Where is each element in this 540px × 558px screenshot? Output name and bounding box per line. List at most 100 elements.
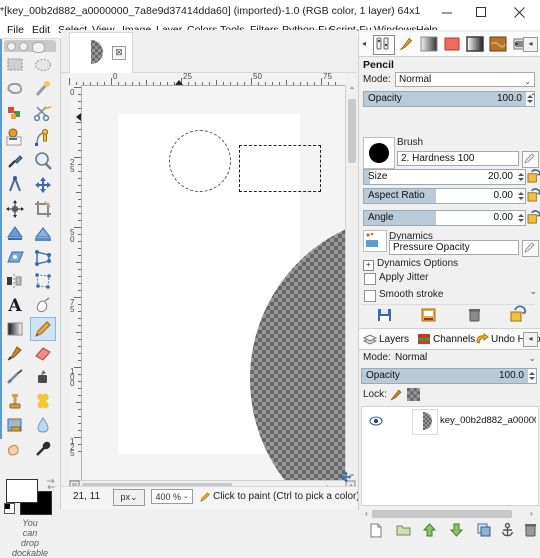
free-select-tool[interactable] [2, 77, 28, 101]
fonts-tab[interactable] [465, 35, 487, 55]
paintbrush-tool[interactable] [2, 341, 28, 365]
menu-edit[interactable]: Edit [28, 22, 54, 38]
foreground-select-tool[interactable] [2, 125, 28, 149]
flip-tool[interactable] [2, 269, 28, 293]
rect-select-tool[interactable] [2, 53, 28, 77]
default-colors-button[interactable] [4, 503, 15, 514]
layer-name[interactable]: key_00b2d882_a0000000_7a8e9d [440, 415, 536, 426]
mode-combo[interactable]: Normal ⌄ [395, 72, 535, 87]
rotate-tool[interactable] [2, 221, 28, 245]
edit-dynamics-button[interactable] [522, 240, 539, 257]
opacity-slider[interactable]: Opacity 100.0 [363, 91, 527, 107]
dynamics-field[interactable]: Pressure Opacity [389, 240, 519, 255]
dock-tabs-right-arrow[interactable]: ▸ [515, 39, 519, 48]
clone-tool[interactable] [2, 389, 28, 413]
scissors-select-tool[interactable] [30, 101, 56, 125]
blend-gradient-tool[interactable] [2, 317, 28, 341]
close-button[interactable] [504, 0, 534, 22]
reset-size-button[interactable] [527, 169, 540, 183]
brush-preview[interactable] [363, 137, 395, 169]
canvas-vertical-scrollbar[interactable]: ⌃ ⌄ [345, 85, 358, 480]
blur-sharpen-tool[interactable] [30, 413, 56, 437]
options-scroll-down-arrow[interactable]: ⌄ [529, 286, 537, 297]
save-tool-preset-button[interactable] [377, 308, 392, 322]
anchor-layer-button[interactable] [501, 522, 517, 538]
menu-file[interactable]: File [3, 22, 28, 38]
ink-tool[interactable] [30, 365, 56, 389]
reset-tool-options-button[interactable] [510, 305, 527, 322]
dodge-burn-tool[interactable] [30, 437, 56, 461]
reset-aspect-ratio-button[interactable] [527, 188, 540, 202]
perspective-clone-tool[interactable] [2, 413, 28, 437]
scale-tool[interactable] [30, 221, 56, 245]
shear-tool[interactable] [2, 245, 28, 269]
layer-mode-chevron-icon[interactable]: ⌄ [528, 353, 536, 364]
layer-opacity-slider[interactable]: Opacity 100.0 [361, 368, 529, 384]
patterns-tab[interactable] [488, 35, 510, 55]
brush-name-field[interactable]: 2. Hardness 100 [397, 151, 519, 166]
measure-tool[interactable] [2, 173, 28, 197]
fuzzy-select-tool[interactable] [30, 77, 56, 101]
reset-angle-button[interactable] [527, 210, 540, 224]
horizontal-ruler[interactable]: 0 25 50 75 [69, 73, 345, 86]
bucket-fill-tool[interactable] [30, 293, 56, 317]
paths-tool[interactable] [30, 125, 56, 149]
layer-list[interactable]: key_00b2d882_a0000000_7a8e9d [361, 406, 539, 506]
image-tab-close-icon[interactable]: ⊠ [112, 46, 126, 60]
new-layer-group-button[interactable] [396, 523, 412, 538]
minimize-button[interactable] [432, 0, 462, 22]
size-spinner[interactable] [517, 169, 526, 185]
smooth-stroke-checkbox[interactable] [364, 290, 376, 302]
delete-layer-button[interactable] [524, 523, 540, 538]
size-slider[interactable]: Size 20.00 [363, 169, 518, 185]
cage-transform-tool[interactable] [30, 269, 56, 293]
dock-menu-button[interactable]: ◂ [523, 37, 538, 52]
lower-layer-button[interactable] [449, 523, 466, 538]
restore-tool-preset-button[interactable] [421, 308, 436, 322]
lock-alpha-button[interactable] [407, 388, 420, 401]
color-picker-tool[interactable] [2, 149, 28, 173]
palettes-tab[interactable] [442, 35, 464, 55]
canvas[interactable] [82, 86, 345, 480]
canvas-move-handle-icon[interactable] [339, 470, 353, 484]
heal-tool[interactable] [30, 389, 56, 413]
zoom-dropdown-arrow[interactable]: ⌄ [183, 492, 189, 500]
image-tab[interactable]: ⊠ [69, 32, 133, 73]
swap-colors-icon[interactable] [45, 478, 57, 490]
table-row[interactable]: key_00b2d882_a0000000_7a8e9d [362, 407, 538, 435]
dock-tabs-left-arrow[interactable]: ◂ [362, 39, 366, 48]
unit-selector[interactable]: px⌄ [113, 489, 145, 506]
options-scroll-up-arrow[interactable]: ⌃ [529, 92, 537, 103]
duplicate-layer-button[interactable] [477, 523, 493, 538]
apply-jitter-checkbox[interactable] [364, 273, 376, 285]
aspect-ratio-spinner[interactable] [517, 188, 526, 204]
foreground-color-swatch[interactable] [6, 479, 38, 503]
new-layer-button[interactable] [369, 523, 385, 538]
perspective-tool[interactable] [30, 245, 56, 269]
scroll-up-arrow[interactable]: ⌃ [346, 85, 358, 97]
vertical-scroll-thumb[interactable] [348, 99, 356, 163]
dynamics-preview[interactable] [363, 230, 387, 252]
layer-mode-value[interactable]: Normal [395, 351, 535, 365]
delete-tool-preset-button[interactable] [467, 308, 482, 322]
airbrush-tool[interactable] [2, 365, 28, 389]
vertical-ruler[interactable]: 0 25 50 75 100 125 [69, 85, 82, 480]
text-tool[interactable]: A [2, 293, 28, 317]
maximize-button[interactable] [466, 0, 496, 22]
alignment-tool[interactable] [2, 197, 28, 221]
layer-visibility-icon[interactable] [369, 415, 383, 427]
smudge-tool[interactable] [2, 437, 28, 461]
layers-dock-menu-button[interactable]: ◂ [523, 332, 538, 347]
gradients-tab[interactable] [419, 35, 441, 55]
layer-scroll-thumb[interactable] [372, 510, 512, 518]
angle-spinner[interactable] [517, 210, 526, 226]
crop-tool[interactable] [30, 197, 56, 221]
angle-slider[interactable]: Angle 0.00 [363, 210, 518, 226]
eraser-tool[interactable] [30, 341, 56, 365]
layer-opacity-spinner[interactable] [528, 368, 537, 384]
aspect-ratio-slider[interactable]: Aspect Ratio 0.00 [363, 188, 518, 204]
edit-brush-button[interactable] [522, 151, 539, 168]
zoom-tool[interactable] [30, 149, 56, 173]
ellipse-select-tool[interactable] [30, 53, 56, 77]
pencil-tool[interactable] [30, 317, 56, 341]
